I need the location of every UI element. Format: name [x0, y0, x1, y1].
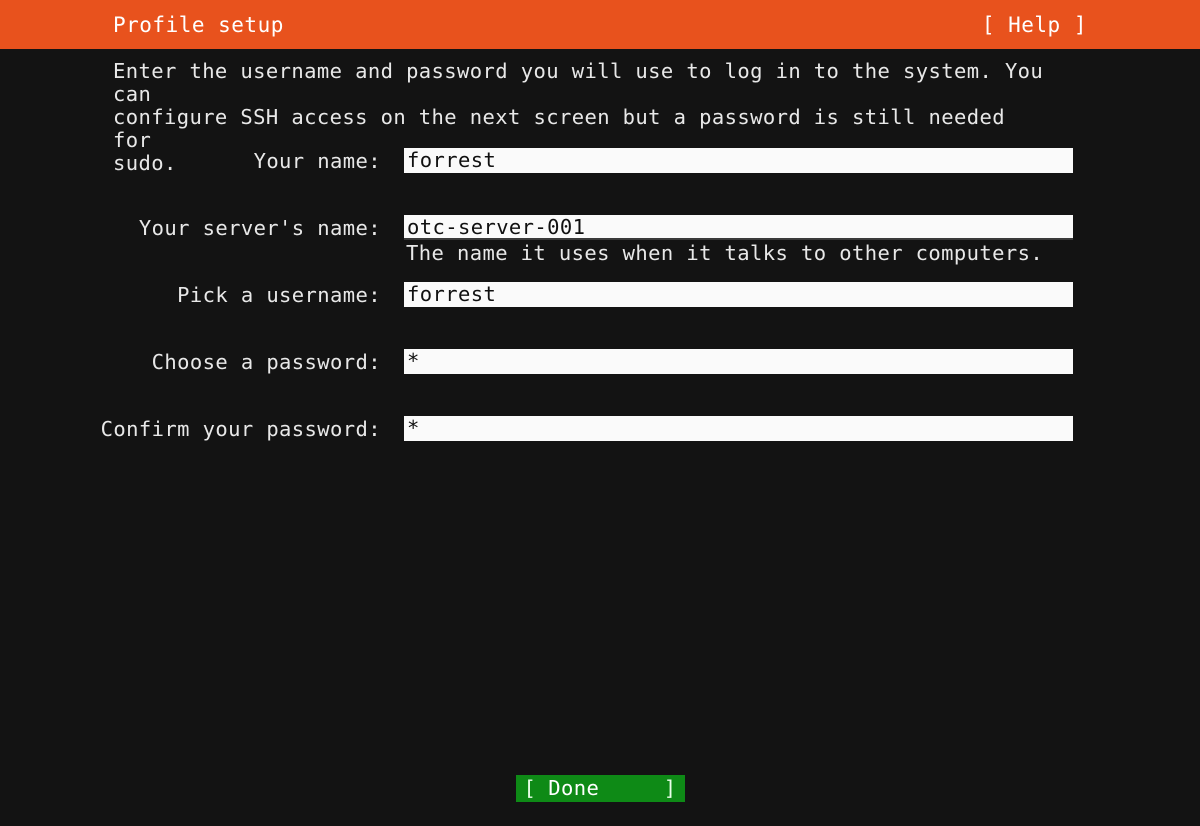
- button-bar: [ Done ]: [0, 775, 1200, 802]
- done-bracket-right: ]: [663, 776, 677, 800]
- label-server-name: Your server's name:: [138, 216, 381, 240]
- label-confirm-password: Confirm your password:: [100, 417, 381, 441]
- field-row-username: Pick a username: forrest: [0, 282, 1200, 308]
- help-button[interactable]: [ Help ]: [982, 13, 1087, 37]
- field-row-password: Choose a password: *: [0, 349, 1200, 375]
- input-your-name[interactable]: forrest: [404, 148, 1073, 173]
- field-row-confirm-password: Confirm your password: *: [0, 416, 1200, 442]
- input-server-name[interactable]: otc-server-001: [404, 215, 1073, 240]
- field-row-your-name: Your name: forrest: [0, 148, 1200, 174]
- done-bracket-left: [: [523, 776, 537, 800]
- label-your-name: Your name:: [253, 149, 381, 173]
- help-text-server-name: The name it uses when it talks to other …: [406, 241, 1044, 265]
- content-area: Enter the username and password you will…: [0, 49, 1200, 826]
- done-button[interactable]: [ Done ]: [515, 775, 685, 802]
- page-title: Profile setup: [113, 12, 284, 37]
- field-row-server-name: Your server's name: otc-server-001: [0, 215, 1200, 241]
- label-username: Pick a username:: [177, 283, 381, 307]
- installer-screen: Profile setup [ Help ] Enter the usernam…: [0, 0, 1200, 826]
- label-password: Choose a password:: [151, 350, 381, 374]
- input-username[interactable]: forrest: [404, 282, 1073, 307]
- done-button-label: Done: [548, 776, 600, 800]
- input-confirm-password[interactable]: *: [404, 416, 1073, 441]
- title-bar: Profile setup [ Help ]: [0, 0, 1200, 49]
- input-password[interactable]: *: [404, 349, 1073, 374]
